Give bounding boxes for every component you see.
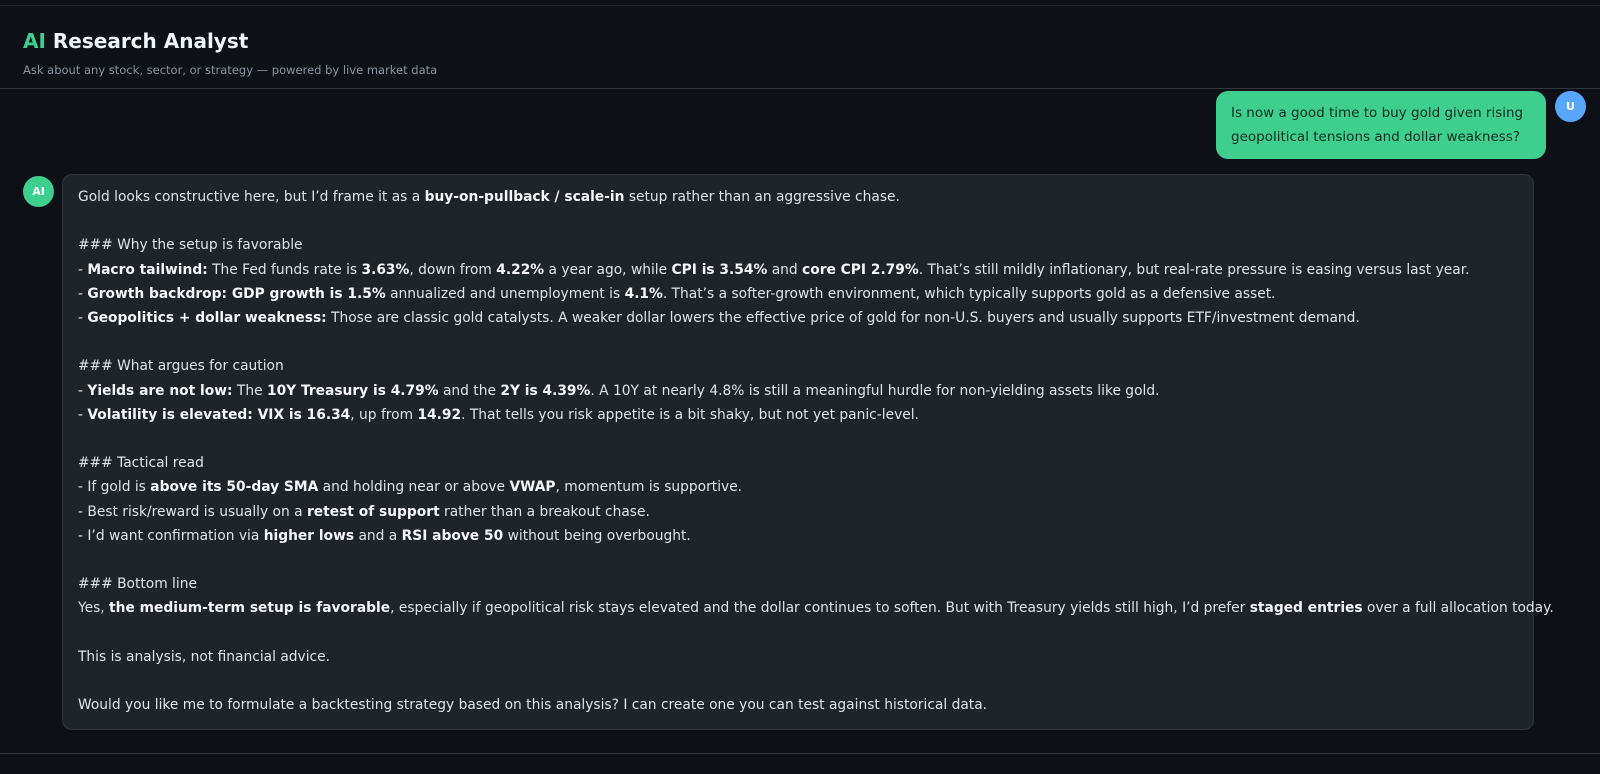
bold-text: Volatility is elevated: VIX is 16.34 — [87, 406, 351, 423]
text-run: Gold looks constructive here, but I’d fr… — [78, 189, 425, 205]
text-run: Would you like me to formulate a backtes… — [78, 697, 988, 714]
ai-message-line: Would you like me to formulate a backtes… — [78, 693, 1518, 717]
text-run: - — [78, 406, 88, 423]
app-header: AI Research Analyst Ask about any stock,… — [0, 6, 1600, 89]
text-run: . That tells you risk appetite is a bit … — [461, 406, 919, 423]
ai-message-line: - Growth backdrop: GDP growth is 1.5% an… — [78, 282, 1518, 306]
bold-text: 10Y Treasury is 4.79% — [266, 382, 439, 399]
bold-text: 4.1% — [624, 285, 663, 302]
text-run: . That’s a softer-growth environment, wh… — [662, 285, 1276, 302]
user-message-row: Is now a good time to buy gold given ris… — [1216, 91, 1586, 159]
ai-message-line: - Yields are not low: The 10Y Treasury i… — [78, 379, 1518, 403]
ai-message-line: This is analysis, not financial advice. — [78, 645, 1518, 669]
ai-message-line: - Macro tailwind: The Fed funds rate is … — [78, 258, 1518, 282]
text-run: - — [78, 382, 88, 399]
text-run: and — [767, 261, 803, 278]
text-run: - Best risk/reward is usually on a — [78, 503, 307, 520]
bold-text: higher lows — [263, 527, 355, 544]
title-accent: AI — [23, 29, 46, 53]
text-run: , momentum is supportive. — [555, 479, 743, 496]
input-bar-edge — [0, 753, 1600, 774]
text-run: - — [78, 261, 88, 278]
ai-message-line: - Geopolitics + dollar weakness: Those a… — [78, 306, 1518, 330]
bold-text: 14.92 — [417, 406, 462, 423]
ai-message-line: ### What argues for caution — [78, 354, 1518, 378]
bold-text: Growth backdrop: GDP growth is 1.5% — [87, 285, 386, 302]
bold-text: the medium-term setup is favorable — [109, 600, 391, 617]
text-run: ### Bottom line — [78, 576, 197, 593]
text-run: ### What argues for caution — [78, 358, 284, 375]
bold-text: VWAP — [509, 479, 556, 496]
ai-message-line: ### Why the setup is favorable — [78, 233, 1518, 257]
ai-message-line: - I’d want confirmation via higher lows … — [78, 524, 1518, 548]
text-run: , especially if geopolitical risk stays … — [390, 600, 1250, 617]
page-title: AI Research Analyst — [23, 28, 1577, 54]
bold-text: buy-on-pullback / scale-in — [424, 189, 625, 205]
ai-message-bubble: Gold looks constructive here, but I’d fr… — [62, 174, 1554, 731]
ai-message-line: - If gold is above its 50-day SMA and ho… — [78, 475, 1518, 499]
text-run: - If gold is — [78, 479, 151, 496]
ai-avatar: AI — [23, 176, 54, 207]
text-run: . A 10Y at nearly 4.8% is still a meanin… — [590, 382, 1160, 399]
text-run: and the — [438, 382, 501, 399]
bold-text: 3.63% — [361, 261, 410, 278]
text-run: without being overbought. — [503, 527, 691, 544]
ai-message-line: - Best risk/reward is usually on a retes… — [78, 500, 1518, 524]
text-run: , down from — [409, 261, 497, 278]
text-run: . That’s still mildly inflationary, but … — [918, 261, 1470, 278]
text-run: and holding near or above — [318, 479, 510, 496]
text-run: annualized and unemployment is — [385, 285, 625, 302]
ai-message-line: ### Tactical read — [78, 451, 1518, 475]
text-run: This is analysis, not financial advice. — [78, 648, 330, 665]
bold-text: RSI above 50 — [401, 527, 504, 544]
text-run: rather than a breakout chase. — [439, 503, 650, 520]
bold-text: CPI is 3.54% — [671, 261, 768, 278]
text-run: The — [232, 382, 267, 399]
bold-text: retest of support — [306, 503, 440, 520]
text-run: - — [78, 310, 88, 326]
text-run: ### Tactical read — [78, 455, 204, 472]
text-run: Yes, — [78, 600, 110, 617]
ai-message-line: ### Bottom line — [78, 572, 1518, 596]
text-run: - — [78, 285, 88, 302]
bold-text: 2Y is 4.39% — [500, 382, 591, 399]
bold-text: staged entries — [1249, 600, 1363, 617]
text-run: Those are classic gold catalysts. A weak… — [326, 310, 1360, 326]
text-run: setup rather than an aggressive chase. — [624, 189, 900, 205]
text-run: a year ago, while — [544, 261, 672, 278]
bold-text: Macro tailwind: — [87, 261, 208, 278]
bold-text: core CPI 2.79% — [802, 261, 919, 278]
text-run: - I’d want confirmation via — [78, 527, 264, 544]
ai-message-line: - Volatility is elevated: VIX is 16.34, … — [78, 403, 1518, 427]
page-subtitle: Ask about any stock, sector, or strategy… — [23, 63, 438, 77]
text-run: and a — [354, 527, 402, 544]
text-run: ### Why the setup is favorable — [78, 237, 303, 254]
user-message-bubble: Is now a good time to buy gold given ris… — [1216, 91, 1546, 159]
title-text: Research Analyst — [45, 29, 249, 53]
bold-text: Yields are not low: — [87, 382, 233, 399]
chat-thread[interactable]: Is now a good time to buy gold given ris… — [0, 89, 1600, 754]
bold-text: Geopolitics + dollar weakness: — [87, 310, 327, 326]
text-run: , up from — [350, 406, 418, 423]
ai-message-line: Yes, the medium-term setup is favorable,… — [78, 596, 1554, 620]
user-avatar: U — [1555, 91, 1586, 122]
bold-text: 4.22% — [496, 261, 545, 278]
ai-message-line: Gold looks constructive here, but I’d fr… — [78, 185, 1518, 209]
text-run: over a full allocation today. — [1362, 600, 1554, 617]
text-run: The Fed funds rate is — [207, 261, 362, 278]
bold-text: above its 50-day SMA — [150, 479, 319, 496]
